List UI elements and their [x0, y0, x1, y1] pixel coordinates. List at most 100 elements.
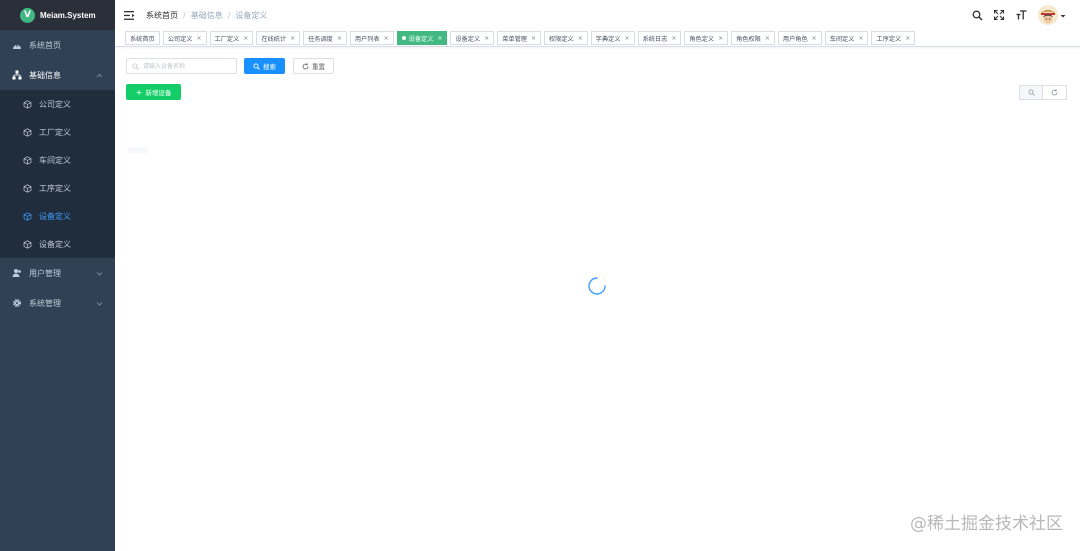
close-icon[interactable]: ×: [290, 35, 295, 42]
avatar[interactable]: [1038, 5, 1058, 25]
cube-icon: [22, 127, 32, 137]
tag[interactable]: 设备定义 ×: [450, 31, 495, 45]
close-icon[interactable]: ×: [484, 35, 489, 42]
right-menu: [961, 0, 1066, 30]
tag[interactable]: 字典定义 ×: [590, 31, 635, 45]
sidebar-item-users[interactable]: 用户管理: [0, 258, 115, 288]
app-title: Meiam.System: [40, 10, 96, 20]
tag-label: 任务调度: [308, 35, 333, 43]
sidebar-item-home[interactable]: 系统首页: [0, 30, 115, 60]
hamburger-icon[interactable]: [124, 9, 136, 21]
close-icon[interactable]: ×: [437, 35, 442, 42]
cube-icon: [22, 183, 32, 193]
search-icon: [253, 62, 260, 70]
dashboard-icon: [11, 40, 22, 51]
plus-icon: +: [135, 87, 143, 97]
tag[interactable]: 用户角色 ×: [777, 31, 822, 45]
tag-label: 用户角色: [782, 35, 808, 43]
breadcrumb-item[interactable]: 系统首页: [146, 10, 178, 21]
close-icon[interactable]: ×: [337, 35, 342, 42]
close-icon[interactable]: ×: [531, 35, 536, 42]
tag[interactable]: 角色定义 ×: [684, 31, 729, 45]
tag[interactable]: 角色权限 ×: [731, 31, 775, 45]
chevron-down-icon: [96, 299, 103, 308]
close-icon[interactable]: ×: [765, 35, 770, 42]
search-button[interactable]: 搜索: [244, 58, 285, 74]
sidebar: V Meiam.System 系统首页 基础信息 公司定义 工厂定义 车间定义 …: [0, 0, 115, 551]
sidebar-item-label: 系统首页: [29, 40, 61, 50]
tag[interactable]: 权限定义 ×: [544, 31, 588, 45]
navbar: 系统首页 / 基础信息 / 设备定义: [115, 0, 1080, 30]
tag[interactable]: 在线统计 ×: [256, 31, 301, 45]
sidebar-item-basic-info[interactable]: 基础信息: [0, 60, 115, 90]
search-field[interactable]: [126, 58, 237, 74]
table-toolbar: [1019, 85, 1067, 100]
search-button-label: 搜索: [263, 63, 276, 71]
cube-icon: [22, 239, 32, 249]
sidebar-item-process[interactable]: 工序定义: [0, 174, 115, 202]
search-icon: [132, 63, 139, 70]
tag[interactable]: 系统首页: [125, 31, 160, 45]
sidebar-item-label: 用户管理: [29, 268, 61, 278]
caret-down-icon[interactable]: [1060, 12, 1066, 18]
close-icon[interactable]: ×: [905, 35, 910, 42]
tag[interactable]: 公司定义 ×: [162, 31, 207, 45]
close-icon[interactable]: ×: [812, 35, 817, 42]
sidebar-item-equipment-active[interactable]: 设备定义: [0, 202, 115, 230]
font-size-icon[interactable]: [1015, 9, 1027, 21]
submenu-basic-info: 公司定义 工厂定义 车间定义 工序定义 设备定义 设备定义: [0, 90, 115, 258]
fullscreen-icon[interactable]: [993, 9, 1005, 21]
tag-label: 工序定义: [876, 35, 902, 43]
equipment-name-input[interactable]: [143, 62, 233, 70]
close-icon[interactable]: ×: [671, 35, 676, 42]
watermark: @稀土掘金技术社区: [910, 514, 1063, 534]
app-root: V Meiam.System 系统首页 基础信息 公司定义 工厂定义 车间定义 …: [0, 0, 1080, 551]
reset-button[interactable]: 重置: [293, 58, 334, 74]
tag[interactable]: 工序定义 ×: [871, 31, 916, 45]
close-icon[interactable]: ×: [197, 35, 202, 42]
tag-active[interactable]: 设备定义 ×: [396, 31, 448, 45]
tag[interactable]: 系统日志 ×: [637, 31, 682, 45]
tree-icon: [11, 70, 22, 81]
tag-label: 角色权限: [736, 35, 761, 43]
sidebar-item-system[interactable]: 系统管理: [0, 288, 115, 318]
sidebar-item-label: 工序定义: [39, 183, 71, 193]
tag[interactable]: 车间定义 ×: [824, 31, 869, 45]
loading-spinner-icon: [588, 277, 606, 295]
close-icon[interactable]: ×: [718, 35, 723, 42]
search-toggle-icon[interactable]: [1019, 85, 1043, 100]
active-dot-icon: [401, 36, 406, 40]
tag[interactable]: 用户列表 ×: [349, 31, 394, 45]
sidebar-item-label: 基础信息: [29, 70, 61, 80]
search-icon[interactable]: [971, 9, 983, 21]
close-icon[interactable]: ×: [858, 35, 863, 42]
loading-mask: [126, 127, 1067, 157]
tag-label: 设备定义: [455, 35, 481, 43]
main-content: 搜索 重置 + 新增设备 @稀土掘金技术社区: [115, 47, 1080, 551]
sidebar-item-label: 公司定义: [39, 99, 71, 109]
sidebar-item-workshop[interactable]: 车间定义: [0, 146, 115, 174]
close-icon[interactable]: ×: [243, 35, 248, 42]
tag-label: 角色定义: [689, 35, 715, 43]
refresh-icon: [302, 62, 309, 70]
sidebar-item-label: 设备定义: [39, 211, 71, 221]
sidebar-item-factory[interactable]: 工厂定义: [0, 118, 115, 146]
refresh-icon[interactable]: [1043, 85, 1067, 100]
close-icon[interactable]: ×: [625, 35, 630, 42]
add-equipment-button[interactable]: + 新增设备: [126, 84, 181, 100]
logo[interactable]: V Meiam.System: [0, 0, 115, 30]
tag[interactable]: 菜单管理 ×: [497, 31, 541, 45]
tag-label: 系统首页: [130, 35, 155, 43]
reset-button-label: 重置: [312, 63, 325, 71]
close-icon[interactable]: ×: [578, 35, 583, 42]
sidebar-item-equipment[interactable]: 设备定义: [0, 230, 115, 258]
tag[interactable]: 工厂定义 ×: [209, 31, 254, 45]
tag[interactable]: 任务调度 ×: [303, 31, 347, 45]
close-icon[interactable]: ×: [384, 35, 389, 42]
cube-icon: [22, 155, 32, 165]
cube-icon: [22, 211, 32, 221]
sidebar-item-company[interactable]: 公司定义: [0, 90, 115, 118]
tag-label: 公司定义: [167, 35, 193, 43]
add-equipment-label: 新增设备: [145, 89, 172, 97]
cube-icon: [22, 99, 32, 109]
